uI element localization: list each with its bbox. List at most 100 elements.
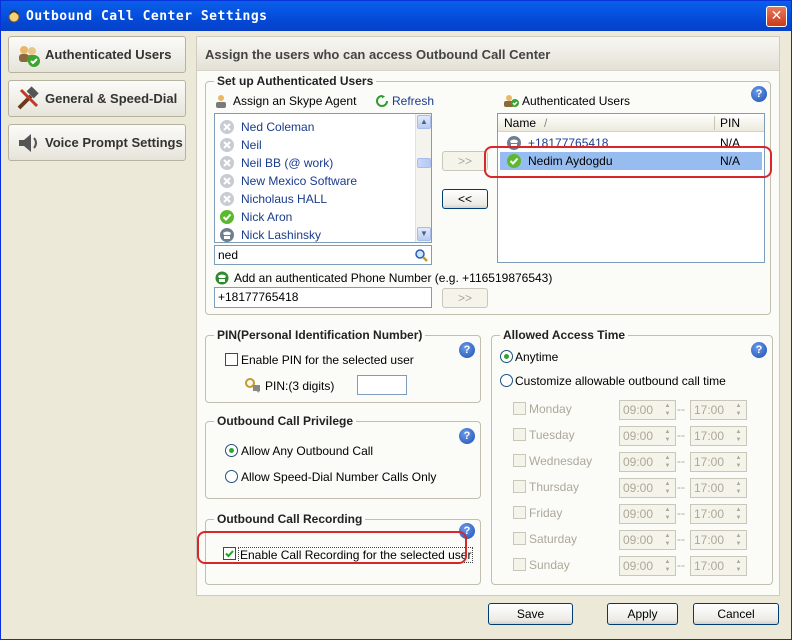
spin-up-arrow[interactable]: ▲ (732, 480, 745, 488)
spin-down-arrow[interactable]: ▼ (732, 410, 745, 418)
spin-down-arrow[interactable]: ▼ (661, 410, 674, 418)
column-pin[interactable]: PIN (720, 116, 740, 130)
phone-input-value: +18177765418 (218, 290, 299, 304)
help-icon[interactable]: ? (459, 428, 475, 444)
help-icon[interactable]: ? (459, 342, 475, 358)
client-area: Authenticated Users General & Speed-Dial… (4, 31, 788, 637)
spin-down-arrow[interactable]: ▼ (661, 514, 674, 522)
to-time-spinner[interactable]: 17:00 ▲ ▼ (690, 556, 747, 576)
spin-up-arrow[interactable]: ▲ (661, 558, 674, 566)
spin-down-arrow[interactable]: ▼ (661, 462, 674, 470)
day-checkbox[interactable] (513, 454, 526, 467)
save-button[interactable]: Save (488, 603, 573, 625)
spin-up-arrow[interactable]: ▲ (732, 506, 745, 514)
search-input-value: ned (218, 248, 239, 262)
day-checkbox[interactable] (513, 558, 526, 571)
radio-allow-any[interactable] (225, 444, 238, 457)
contact-list-item[interactable]: Nick Aron (219, 208, 292, 226)
phone-number-input[interactable]: +18177765418 (214, 287, 432, 308)
spin-up-arrow[interactable]: ▲ (661, 532, 674, 540)
day-checkbox[interactable] (513, 480, 526, 493)
to-time-spinner[interactable]: 17:00 ▲ ▼ (690, 530, 747, 550)
nav-general-speed-dial[interactable]: General & Speed-Dial (8, 80, 186, 117)
spin-down-arrow[interactable]: ▼ (732, 488, 745, 496)
day-checkbox[interactable] (513, 532, 526, 545)
pin-input[interactable] (357, 375, 407, 395)
spin-up-arrow[interactable]: ▲ (732, 532, 745, 540)
contact-list-item[interactable]: Nicholaus HALL (219, 190, 327, 208)
day-label: Tuesday (529, 428, 575, 442)
from-time-spinner[interactable]: 09:00 ▲ ▼ (619, 452, 676, 472)
spin-down-arrow[interactable]: ▼ (732, 462, 745, 470)
refresh-link[interactable]: Refresh (392, 94, 434, 108)
to-time-spinner[interactable]: 17:00 ▲ ▼ (690, 426, 747, 446)
scroll-up-arrow[interactable]: ▲ (417, 115, 431, 129)
spin-down-arrow[interactable]: ▼ (661, 488, 674, 496)
spin-up-arrow[interactable]: ▲ (732, 402, 745, 410)
day-checkbox[interactable] (513, 506, 526, 519)
contact-list-item[interactable]: Ned Coleman (219, 118, 314, 136)
spin-up-arrow[interactable]: ▲ (661, 480, 674, 488)
contacts-scrollbar[interactable]: ▲ ▼ (415, 114, 431, 242)
spin-down-arrow[interactable]: ▼ (661, 436, 674, 444)
from-time-spinner[interactable]: 09:00 ▲ ▼ (619, 530, 676, 550)
contact-name: Ned Coleman (241, 120, 315, 134)
spin-up-arrow[interactable]: ▲ (732, 428, 745, 436)
from-time-spinner[interactable]: 09:00 ▲ ▼ (619, 556, 676, 576)
search-icon[interactable] (414, 248, 428, 262)
contacts-list[interactable]: Ned Coleman Neil Neil BB (@ work) New Mexic… (214, 113, 432, 243)
to-time-spinner[interactable]: 17:00 ▲ ▼ (690, 504, 747, 524)
enable-pin-checkbox[interactable] (225, 353, 238, 366)
contact-list-item[interactable]: Neil BB (@ work) (219, 154, 333, 172)
day-checkbox[interactable] (513, 428, 526, 441)
to-time-spinner[interactable]: 17:00 ▲ ▼ (690, 400, 747, 420)
from-time-spinner[interactable]: 09:00 ▲ ▼ (619, 426, 676, 446)
tools-icon (17, 85, 39, 109)
cancel-button[interactable]: Cancel (693, 603, 779, 625)
spin-up-arrow[interactable]: ▲ (661, 506, 674, 514)
spin-down-arrow[interactable]: ▼ (732, 514, 745, 522)
from-time-spinner[interactable]: 09:00 ▲ ▼ (619, 400, 676, 420)
to-time-spinner[interactable]: 17:00 ▲ ▼ (690, 478, 747, 498)
spin-up-arrow[interactable]: ▲ (661, 454, 674, 462)
radio-anytime[interactable] (500, 350, 513, 363)
scroll-down-arrow[interactable]: ▼ (417, 227, 431, 241)
spin-up-arrow[interactable]: ▲ (732, 454, 745, 462)
help-icon[interactable]: ? (751, 86, 767, 102)
nav-voice-prompt-settings[interactable]: Voice Prompt Settings (8, 124, 186, 161)
group-title: Allowed Access Time (500, 328, 629, 342)
radio-customize-time[interactable] (500, 374, 513, 387)
help-icon[interactable]: ? (751, 342, 767, 358)
contact-list-item[interactable]: New Mexico Software (219, 172, 357, 190)
spin-up-arrow[interactable]: ▲ (661, 428, 674, 436)
apply-button[interactable]: Apply (607, 603, 678, 625)
to-time-value: 17:00 (694, 403, 725, 417)
radio-speed-dial-only[interactable] (225, 470, 238, 483)
authenticated-users-table[interactable]: Name / PIN +18177765418 N/A Nedim Aydogdu N… (497, 113, 765, 263)
spin-down-arrow[interactable]: ▼ (732, 436, 745, 444)
spin-up-arrow[interactable]: ▲ (732, 558, 745, 566)
day-checkbox[interactable] (513, 402, 526, 415)
contact-search-input[interactable]: ned (214, 245, 432, 265)
column-name[interactable]: Name (504, 116, 536, 130)
spin-down-arrow[interactable]: ▼ (661, 566, 674, 574)
add-agent-button[interactable]: >> (442, 151, 488, 171)
time-separator: -- (677, 506, 685, 520)
scroll-thumb[interactable] (417, 158, 431, 168)
spin-down-arrow[interactable]: ▼ (732, 566, 745, 574)
to-time-spinner[interactable]: 17:00 ▲ ▼ (690, 452, 747, 472)
contact-list-item[interactable]: Nick Lashinsky (219, 226, 321, 242)
spin-down-arrow[interactable]: ▼ (661, 540, 674, 548)
from-time-spinner[interactable]: 09:00 ▲ ▼ (619, 478, 676, 498)
spin-down-arrow[interactable]: ▼ (732, 540, 745, 548)
spin-up-arrow[interactable]: ▲ (661, 402, 674, 410)
from-time-spinner[interactable]: 09:00 ▲ ▼ (619, 504, 676, 524)
refresh-icon[interactable] (376, 95, 388, 107)
nav-authenticated-users[interactable]: Authenticated Users (8, 36, 186, 73)
close-button[interactable]: ✕ (766, 6, 787, 27)
remove-user-button[interactable]: << (442, 189, 488, 209)
contact-list-item[interactable]: Neil (219, 136, 262, 154)
pin-digits-label: PIN:(3 digits) (265, 379, 335, 393)
add-phone-button[interactable]: >> (442, 288, 488, 308)
day-label: Wednesday (529, 454, 593, 468)
